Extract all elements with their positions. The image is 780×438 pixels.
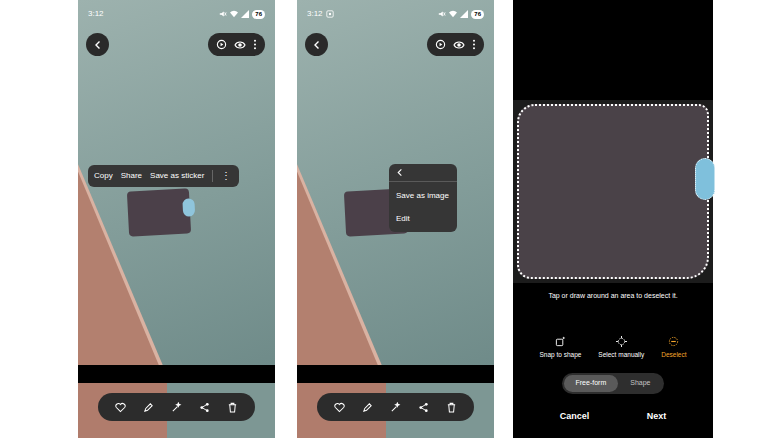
more-item[interactable]: ⋮ [221,171,233,181]
mode-switch: Free-form Shape [562,373,665,394]
phone-screen: 3:12 76 Save as image Edit [297,0,494,438]
editor-screen: Tap or draw around an area to deselect i… [513,0,713,438]
back-button[interactable] [305,33,328,56]
more-icon[interactable] [253,39,257,50]
select-manual-icon [616,336,627,347]
cloth-object[interactable] [127,188,191,236]
action-bar: Cancel Next [513,410,713,424]
manual-tool[interactable]: Select manually [598,336,644,360]
context-menu: Copy Share Save as sticker ⋮ [88,165,239,187]
back-icon [93,40,103,50]
eye-icon[interactable] [234,39,246,51]
phone-screen: 3:12 76 Copy Share Save as sticker ⋮ [78,0,275,438]
battery: 76 [471,10,484,19]
heart-icon[interactable] [334,402,345,413]
edit-item[interactable]: Edit [389,208,457,228]
tool-label: Snap to shape [539,350,581,360]
selection-canvas[interactable] [513,100,713,283]
share-item[interactable]: Share [121,170,142,182]
share-icon[interactable] [199,402,210,413]
sparkle-icon[interactable] [171,402,182,413]
pencil-icon[interactable] [143,402,154,413]
eye-icon[interactable] [453,39,465,51]
bottom-toolbar [98,393,255,421]
deselect-icon [668,336,679,347]
top-actions [427,33,484,56]
cloth-tag [695,158,715,200]
cancel-button[interactable]: Cancel [560,410,590,424]
shape-tab[interactable]: Shape [618,375,662,392]
battery: 76 [252,10,265,19]
tool-label: Deselect [661,350,686,360]
screens-row: 3:12 76 Copy Share Save as sticker ⋮ [0,0,780,438]
save-image-item[interactable]: Save as image [389,182,457,208]
tool-label: Select manually [598,350,644,360]
free-form-tab[interactable]: Free-form [564,375,619,392]
heart-icon[interactable] [115,402,126,413]
snap-shape-icon [555,336,566,347]
hint-text: Tap or draw around an area to deselect i… [513,291,713,302]
signal-icon [241,10,249,18]
signal-icon [460,10,468,18]
mute-icon [438,10,446,18]
clock: 3:12 [88,8,104,20]
more-icon[interactable] [472,39,476,50]
status-bar: 3:12 76 [307,8,484,20]
screenshot-icon [326,10,334,18]
deselect-tool[interactable]: Deselect [661,336,686,360]
wifi-icon [230,10,238,18]
selected-object[interactable] [517,104,709,279]
trash-icon[interactable] [446,402,457,413]
chevron-left-icon [396,168,404,177]
top-actions [208,33,265,56]
submenu-back[interactable] [389,168,457,182]
mode-switch-wrap: Free-form Shape [513,373,713,394]
snap-tool[interactable]: Snap to shape [539,336,581,360]
remaster-icon[interactable] [435,39,446,50]
bottom-toolbar [317,393,474,421]
trash-icon[interactable] [227,402,238,413]
share-icon[interactable] [418,402,429,413]
clock: 3:12 [307,8,323,20]
pencil-icon[interactable] [362,402,373,413]
tool-row: Snap to shape Select manually Deselect [513,336,713,360]
status-bar: 3:12 76 [88,8,265,20]
remaster-icon[interactable] [216,39,227,50]
back-button[interactable] [86,33,109,56]
mute-icon [219,10,227,18]
copy-item[interactable]: Copy [94,170,113,182]
sparkle-icon[interactable] [390,402,401,413]
wifi-icon [449,10,457,18]
back-icon [312,40,322,50]
cloth-tag [182,198,195,217]
save-sticker-item[interactable]: Save as sticker [150,170,204,182]
context-submenu: Save as image Edit [389,164,457,232]
next-button[interactable]: Next [647,410,667,424]
